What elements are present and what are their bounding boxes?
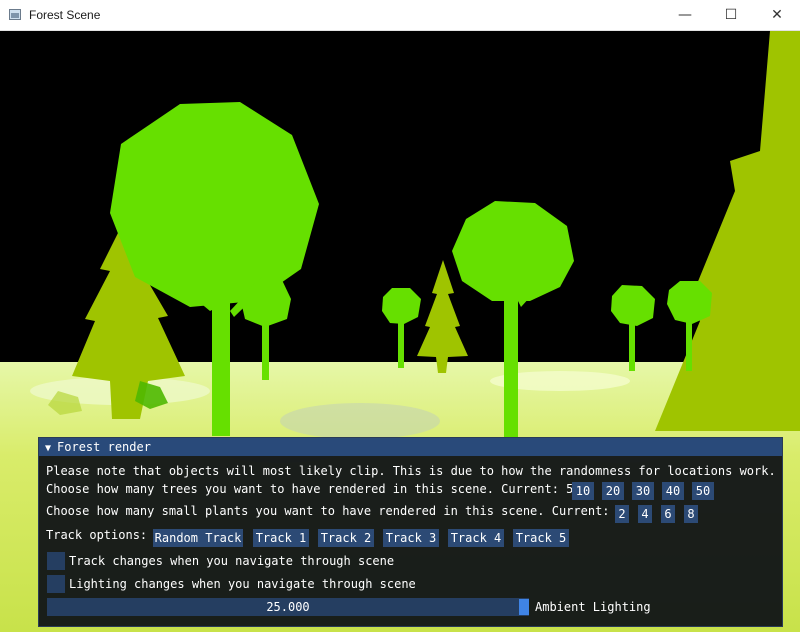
plants-4-button[interactable]: 4	[638, 505, 652, 523]
slider-grab-handle[interactable]	[519, 599, 529, 615]
track-1-button[interactable]: Track 1	[253, 529, 309, 547]
clip-note: Please note that objects will most likel…	[46, 464, 776, 478]
collapse-arrow-icon[interactable]: ▼	[45, 443, 51, 454]
ambient-lighting-label: Ambient Lighting	[535, 600, 651, 614]
plants-6-button[interactable]: 6	[661, 505, 675, 523]
trees-10-button[interactable]: 10	[572, 482, 594, 500]
lighting-changes-label: Lighting changes when you navigate throu…	[69, 577, 416, 591]
lighting-changes-checkbox[interactable]	[47, 575, 65, 593]
trees-30-button[interactable]: 30	[632, 482, 654, 500]
round-tree	[110, 102, 319, 307]
track-changes-checkbox[interactable]	[47, 552, 65, 570]
track-4-button[interactable]: Track 4	[448, 529, 504, 547]
panel-header[interactable]: ▼ Forest render	[39, 438, 782, 456]
track-2-button[interactable]: Track 2	[318, 529, 374, 547]
plants-8-button[interactable]: 8	[684, 505, 698, 523]
track-options-label: Track options:	[46, 528, 148, 542]
close-button[interactable]: ✕	[754, 0, 800, 30]
minimize-button[interactable]: —	[662, 0, 708, 30]
maximize-button[interactable]: ☐	[708, 0, 754, 30]
track-changes-label: Track changes when you navigate through …	[69, 554, 395, 568]
title-bar: Forest Scene — ☐ ✕	[0, 0, 800, 31]
panel-title: Forest render	[57, 440, 151, 454]
track-3-button[interactable]: Track 3	[383, 529, 439, 547]
trees-50-button[interactable]: 50	[692, 482, 714, 500]
plants-2-button[interactable]: 2	[615, 505, 629, 523]
plants-label: Choose how many small plants you want to…	[46, 504, 624, 518]
trees-40-button[interactable]: 40	[662, 482, 684, 500]
forest-render-panel: ▼ Forest render Please note that objects …	[38, 437, 783, 627]
app-window-icon	[9, 9, 21, 20]
window-title: Forest Scene	[29, 8, 101, 22]
ambient-lighting-slider[interactable]: 25.000	[47, 598, 529, 616]
track-5-button[interactable]: Track 5	[513, 529, 569, 547]
random-track-button[interactable]: Random Track	[153, 529, 243, 547]
slider-value: 25.000	[266, 600, 310, 614]
trees-label: Choose how many trees you want to have r…	[46, 482, 581, 496]
trees-20-button[interactable]: 20	[602, 482, 624, 500]
